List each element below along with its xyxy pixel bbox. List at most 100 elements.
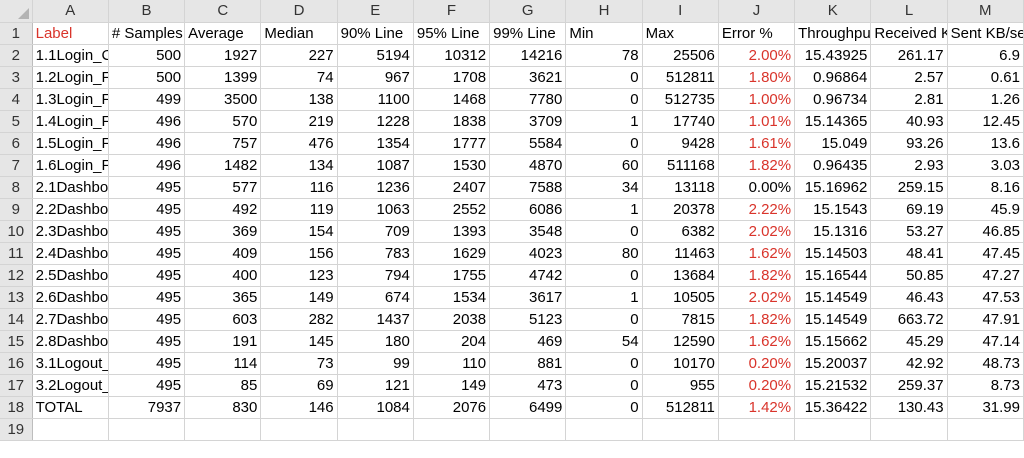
cell-a9[interactable]: 2.2Dashbo [32,198,109,221]
cell-f17[interactable]: 149 [413,374,491,397]
cell-l15[interactable]: 45.29 [870,330,948,353]
cell-f4[interactable]: 1468 [413,88,491,111]
cell-i8[interactable]: 13118 [642,176,719,199]
cell-k6[interactable]: 15.049 [794,132,872,155]
cell-h2[interactable]: 78 [565,44,643,67]
cell-m9[interactable]: 45.9 [947,198,1024,221]
cell-m12[interactable]: 47.27 [947,264,1024,287]
cell-i13[interactable]: 10505 [642,286,719,309]
cell-l12[interactable]: 50.85 [870,264,948,287]
cell-l3[interactable]: 2.57 [870,66,948,89]
cell-m10[interactable]: 46.85 [947,220,1024,243]
cell-f8[interactable]: 2407 [413,176,491,199]
cell-k13[interactable]: 15.14549 [794,286,872,309]
cell-k1[interactable]: Throughput [794,22,872,45]
cell-b1[interactable]: # Samples [108,22,186,45]
cell-h9[interactable]: 1 [565,198,643,221]
cell-c5[interactable]: 570 [184,110,262,133]
cell-i4[interactable]: 512735 [642,88,719,111]
cell-h6[interactable]: 0 [565,132,643,155]
cell-l4[interactable]: 2.81 [870,88,948,111]
cell-c1[interactable]: Average [184,22,262,45]
cell-c14[interactable]: 603 [184,308,262,331]
cell-a14[interactable]: 2.7Dashbo [32,308,109,331]
cell-a17[interactable]: 3.2Logout_ [32,374,109,397]
cell-h17[interactable]: 0 [565,374,643,397]
cell-k4[interactable]: 0.96734 [794,88,872,111]
cell-a12[interactable]: 2.5Dashbo [32,264,109,287]
cell-f1[interactable]: 95% Line [413,22,491,45]
cell-c11[interactable]: 409 [184,242,262,265]
cell-j3[interactable]: 1.80% [718,66,796,89]
cell-c8[interactable]: 577 [184,176,262,199]
cell-m18[interactable]: 31.99 [947,396,1024,419]
cell-b3[interactable]: 500 [108,66,186,89]
cell-g15[interactable]: 469 [489,330,567,353]
cell-m4[interactable]: 1.26 [947,88,1024,111]
cell-j2[interactable]: 2.00% [718,44,796,67]
cell-m5[interactable]: 12.45 [947,110,1024,133]
cell-d1[interactable]: Median [260,22,338,45]
select-all-corner[interactable] [0,0,33,23]
cell-a6[interactable]: 1.5Login_F [32,132,109,155]
column-header-b[interactable]: B [108,0,186,23]
cell-a13[interactable]: 2.6Dashbo [32,286,109,309]
cell-g9[interactable]: 6086 [489,198,567,221]
cell-d13[interactable]: 149 [260,286,338,309]
cell-e12[interactable]: 794 [337,264,414,287]
row-header-18[interactable]: 18 [0,396,33,419]
row-header-15[interactable]: 15 [0,330,33,353]
cell-h16[interactable]: 0 [565,352,643,375]
column-header-m[interactable]: M [947,0,1024,23]
cell-h12[interactable]: 0 [565,264,643,287]
cell-k3[interactable]: 0.96864 [794,66,872,89]
cell-l2[interactable]: 261.17 [870,44,948,67]
row-header-2[interactable]: 2 [0,44,33,67]
cell-m3[interactable]: 0.61 [947,66,1024,89]
column-header-l[interactable]: L [870,0,948,23]
cell-h18[interactable]: 0 [565,396,643,419]
cell-i7[interactable]: 511168 [642,154,719,177]
cell-i18[interactable]: 512811 [642,396,719,419]
row-header-4[interactable]: 4 [0,88,33,111]
cell-c17[interactable]: 85 [184,374,262,397]
cell-d2[interactable]: 227 [260,44,338,67]
cell-e17[interactable]: 121 [337,374,414,397]
cell-i10[interactable]: 6382 [642,220,719,243]
cell-j10[interactable]: 2.02% [718,220,796,243]
cell-m16[interactable]: 48.73 [947,352,1024,375]
cell-e2[interactable]: 5194 [337,44,414,67]
cell-e1[interactable]: 90% Line [337,22,414,45]
cell-g1[interactable]: 99% Line [489,22,567,45]
cell-d8[interactable]: 116 [260,176,338,199]
cell-l11[interactable]: 48.41 [870,242,948,265]
cell-d19[interactable] [260,418,338,441]
row-header-3[interactable]: 3 [0,66,33,89]
row-header-5[interactable]: 5 [0,110,33,133]
cell-d14[interactable]: 282 [260,308,338,331]
cell-g10[interactable]: 3548 [489,220,567,243]
cell-g8[interactable]: 7588 [489,176,567,199]
cell-c18[interactable]: 830 [184,396,262,419]
cell-b16[interactable]: 495 [108,352,186,375]
cell-c16[interactable]: 114 [184,352,262,375]
cell-g11[interactable]: 4023 [489,242,567,265]
row-header-8[interactable]: 8 [0,176,33,199]
cell-a11[interactable]: 2.4Dashbo [32,242,109,265]
cell-a15[interactable]: 2.8Dashbo [32,330,109,353]
cell-m17[interactable]: 8.73 [947,374,1024,397]
cell-i12[interactable]: 13684 [642,264,719,287]
cell-d9[interactable]: 119 [260,198,338,221]
row-header-10[interactable]: 10 [0,220,33,243]
cell-i11[interactable]: 11463 [642,242,719,265]
cell-j8[interactable]: 0.00% [718,176,796,199]
cell-e7[interactable]: 1087 [337,154,414,177]
cell-j7[interactable]: 1.82% [718,154,796,177]
cell-i5[interactable]: 17740 [642,110,719,133]
cell-h7[interactable]: 60 [565,154,643,177]
cell-m11[interactable]: 47.45 [947,242,1024,265]
cell-f19[interactable] [413,418,491,441]
cell-k12[interactable]: 15.16544 [794,264,872,287]
cell-c19[interactable] [184,418,262,441]
cell-k9[interactable]: 15.1543 [794,198,872,221]
